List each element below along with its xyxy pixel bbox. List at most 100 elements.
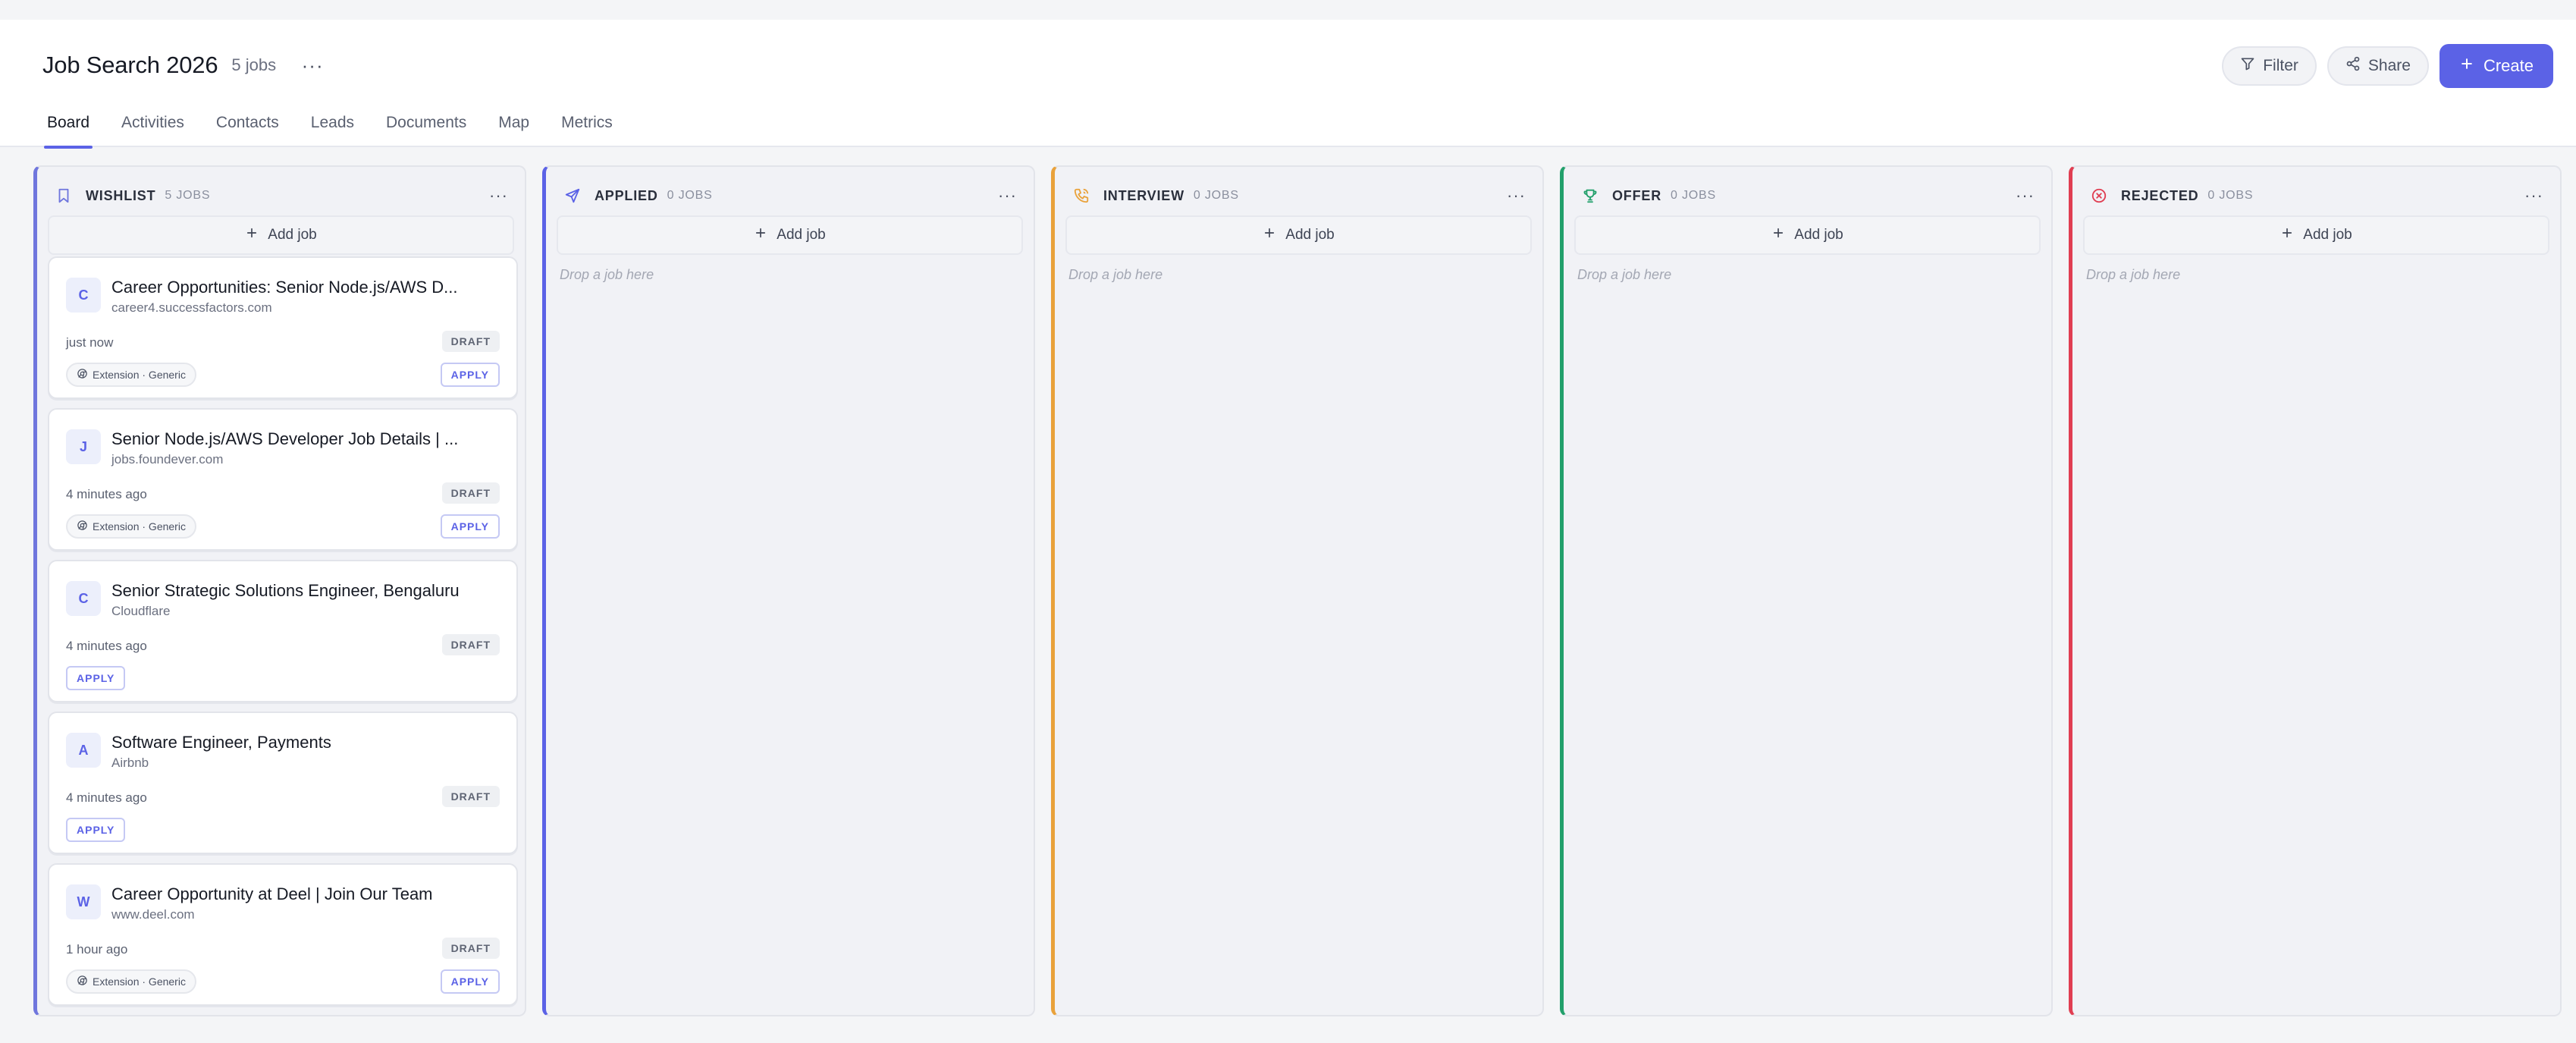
share-label: Share (2367, 57, 2411, 74)
job-count: 5 jobs (231, 55, 277, 74)
share-button[interactable]: Share (2327, 46, 2429, 86)
job-card[interactable]: J Senior Node.js/AWS Developer Job Detai… (48, 408, 518, 551)
tab-board[interactable]: Board (43, 114, 93, 149)
column-more-button[interactable]: ··· (2524, 186, 2543, 206)
create-button[interactable]: Create (2439, 44, 2553, 88)
column-more-button[interactable]: ··· (2016, 186, 2035, 206)
apply-button[interactable]: APPLY (440, 363, 500, 387)
tab-documents[interactable]: Documents (386, 114, 466, 147)
status-badge: DRAFT (441, 482, 500, 504)
apply-button[interactable]: APPLY (66, 666, 126, 690)
tab-leads[interactable]: Leads (311, 114, 354, 147)
plus-icon (1263, 226, 1276, 244)
source-tag-label: Extension · Generic (93, 975, 186, 988)
column-rejected: REJECTED 0 JOBS ··· Add job Drop a job h… (2069, 165, 2562, 1016)
column-offer: OFFER 0 JOBS ··· Add job Drop a job here (1560, 165, 2053, 1016)
source-tag-label: Extension · Generic (93, 369, 186, 381)
x-circle-icon (2089, 186, 2109, 206)
add-job-button[interactable]: Add job (557, 215, 1023, 255)
added-time: just now (66, 335, 114, 350)
create-label: Create (2483, 56, 2534, 75)
column-count: 0 JOBS (1193, 189, 1239, 202)
company-name: www.deel.com (111, 907, 195, 922)
tab-activities[interactable]: Activities (121, 114, 184, 147)
job-title: Career Opportunities: Senior Node.js/AWS… (111, 278, 458, 297)
filter-label: Filter (2263, 57, 2298, 74)
tab-contacts[interactable]: Contacts (216, 114, 279, 147)
add-job-label: Add job (1285, 227, 1335, 243)
job-card[interactable]: A Software Engineer, Payments Airbnb 4 m… (48, 712, 518, 854)
added-time: 1 hour ago (66, 942, 128, 957)
job-title: Software Engineer, Payments (111, 733, 331, 752)
filter-icon (2240, 56, 2255, 76)
column-count: 5 JOBS (165, 189, 211, 202)
board-more-button[interactable]: ··· (299, 52, 326, 79)
column-count: 0 JOBS (2207, 189, 2254, 202)
column-wishlist: WISHLIST 5 JOBS ··· Add job C Career Opp… (33, 165, 526, 1016)
add-job-button[interactable]: Add job (2083, 215, 2549, 255)
tab-map[interactable]: Map (498, 114, 529, 147)
source-tag-label: Extension · Generic (93, 520, 186, 532)
page-title: Job Search 2026 (42, 52, 218, 78)
plus-icon (2280, 226, 2294, 244)
column-title: APPLIED (595, 187, 658, 203)
apply-button[interactable]: APPLY (440, 514, 500, 539)
chrome-icon (77, 368, 88, 382)
send-icon (563, 186, 582, 206)
column-more-button[interactable]: ··· (1507, 186, 1526, 206)
company-name: career4.successfactors.com (111, 300, 272, 315)
status-badge: DRAFT (441, 938, 500, 959)
bookmark-icon (54, 186, 74, 206)
job-card[interactable]: C Career Opportunities: Senior Node.js/A… (48, 256, 518, 399)
column-more-button[interactable]: ··· (489, 186, 508, 206)
tab-metrics[interactable]: Metrics (561, 114, 613, 147)
add-job-button[interactable]: Add job (48, 215, 514, 255)
plus-icon (245, 226, 259, 244)
drop-zone-hint: Drop a job here (2086, 267, 2181, 282)
drop-zone-hint: Drop a job here (1068, 267, 1163, 282)
column-interview: INTERVIEW 0 JOBS ··· Add job Drop a job … (1051, 165, 1544, 1016)
column-header: OFFER 0 JOBS ··· (1580, 184, 2035, 208)
add-job-button[interactable]: Add job (1065, 215, 1532, 255)
company-avatar: A (66, 733, 101, 768)
trophy-icon (1580, 186, 1600, 206)
status-badge: DRAFT (441, 786, 500, 807)
top-header: Job Search 2026 5 jobs ··· Filter Share … (0, 20, 2576, 149)
add-job-button[interactable]: Add job (1574, 215, 2041, 255)
apply-button[interactable]: APPLY (66, 818, 126, 842)
view-tabs: Board Activities Contacts Leads Document… (43, 114, 613, 149)
plus-icon (1771, 226, 1785, 244)
column-header: WISHLIST 5 JOBS ··· (54, 184, 508, 208)
company-name: jobs.foundever.com (111, 452, 224, 467)
company-avatar: C (66, 278, 101, 313)
company-name: Cloudflare (111, 604, 171, 618)
source-tag: Extension · Generic (66, 514, 196, 539)
column-title: INTERVIEW (1103, 187, 1184, 203)
apply-button[interactable]: APPLY (440, 969, 500, 994)
column-title: WISHLIST (86, 187, 156, 203)
column-header: INTERVIEW 0 JOBS ··· (1072, 184, 1526, 208)
column-applied: APPLIED 0 JOBS ··· Add job Drop a job he… (542, 165, 1035, 1016)
filter-button[interactable]: Filter (2222, 46, 2317, 86)
column-count: 0 JOBS (1671, 189, 1716, 202)
job-title: Senior Node.js/AWS Developer Job Details… (111, 429, 459, 448)
source-tag: Extension · Generic (66, 363, 196, 387)
column-title: OFFER (1612, 187, 1661, 203)
column-title: REJECTED (2121, 187, 2199, 203)
add-job-label: Add job (2303, 227, 2352, 243)
drop-zone-hint: Drop a job here (1577, 267, 1672, 282)
chrome-icon (77, 520, 88, 533)
add-job-label: Add job (1794, 227, 1843, 243)
job-card[interactable]: W Career Opportunity at Deel | Join Our … (48, 863, 518, 1006)
job-card[interactable]: C Senior Strategic Solutions Engineer, B… (48, 560, 518, 702)
job-title: Career Opportunity at Deel | Join Our Te… (111, 884, 433, 903)
chrome-icon (77, 975, 88, 988)
plus-icon (2459, 56, 2474, 76)
column-more-button[interactable]: ··· (998, 186, 1017, 206)
added-time: 4 minutes ago (66, 487, 147, 501)
add-job-label: Add job (268, 227, 317, 243)
add-job-label: Add job (777, 227, 826, 243)
phone-icon (1072, 186, 1091, 206)
kanban-board: WISHLIST 5 JOBS ··· Add job C Career Opp… (33, 165, 2563, 1016)
status-badge: DRAFT (441, 634, 500, 655)
